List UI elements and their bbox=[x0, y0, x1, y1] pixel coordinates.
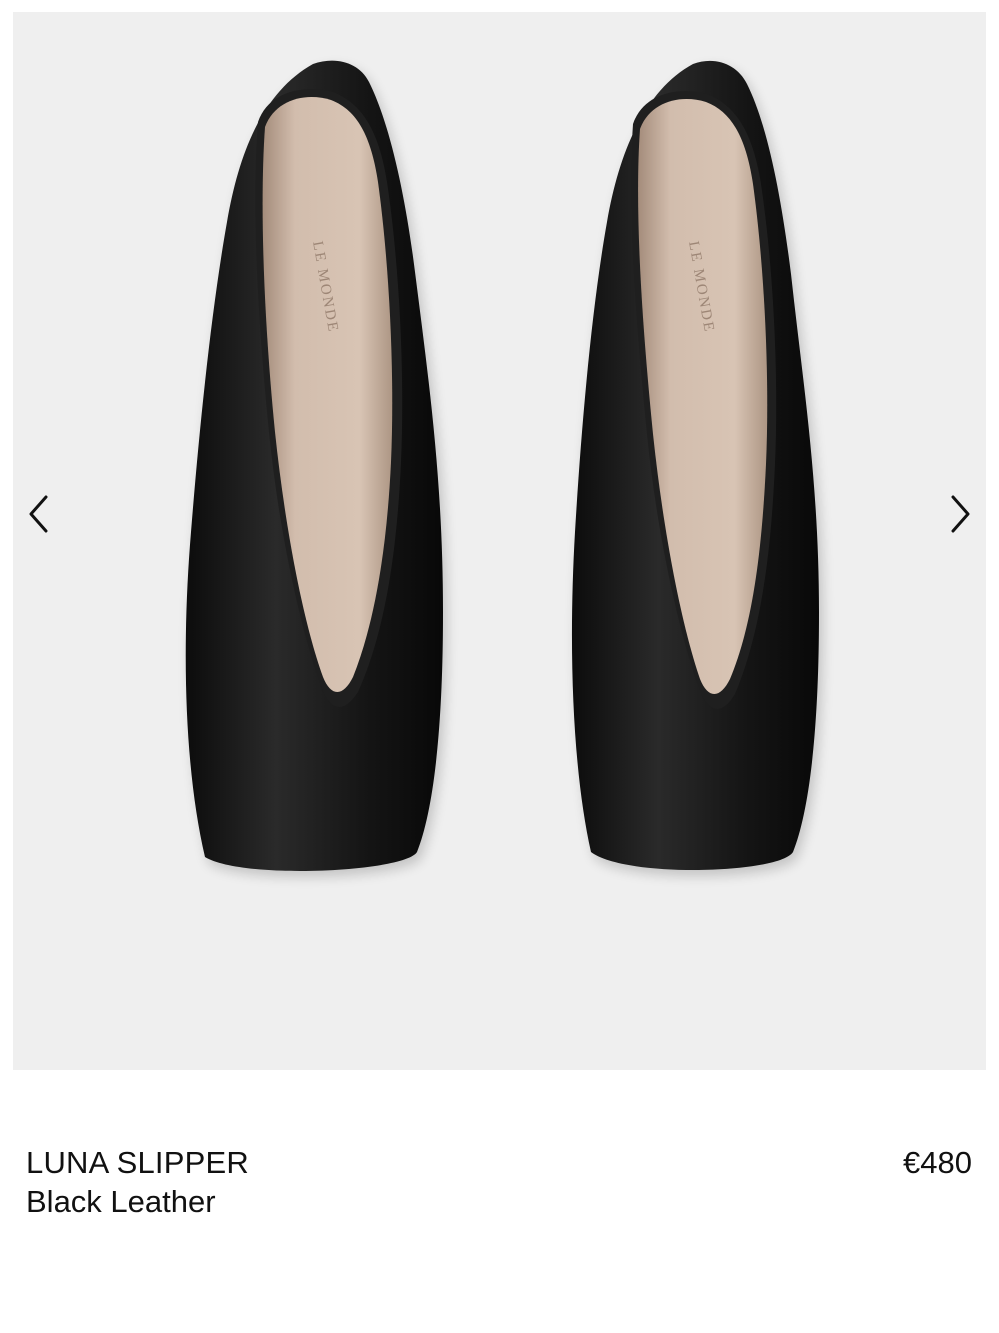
product-page: LE MONDE LE MONDE LUNA SLIPPER Black Lea… bbox=[0, 0, 999, 1333]
chevron-right-icon bbox=[951, 495, 970, 533]
product-image-gallery[interactable]: LE MONDE LE MONDE bbox=[13, 12, 986, 1070]
right-slipper: LE MONDE bbox=[571, 60, 823, 877]
next-image-button[interactable] bbox=[938, 484, 982, 544]
product-info: LUNA SLIPPER Black Leather €480 bbox=[26, 1144, 972, 1222]
chevron-left-icon bbox=[29, 495, 48, 533]
left-slipper: LE MONDE bbox=[185, 60, 447, 877]
product-image: LE MONDE LE MONDE bbox=[185, 60, 823, 877]
product-name[interactable]: LUNA SLIPPER bbox=[26, 1144, 249, 1182]
previous-image-button[interactable] bbox=[17, 484, 61, 544]
product-variant: Black Leather bbox=[26, 1184, 216, 1219]
product-names: LUNA SLIPPER Black Leather bbox=[26, 1144, 249, 1222]
product-price: €480 bbox=[903, 1145, 972, 1180]
